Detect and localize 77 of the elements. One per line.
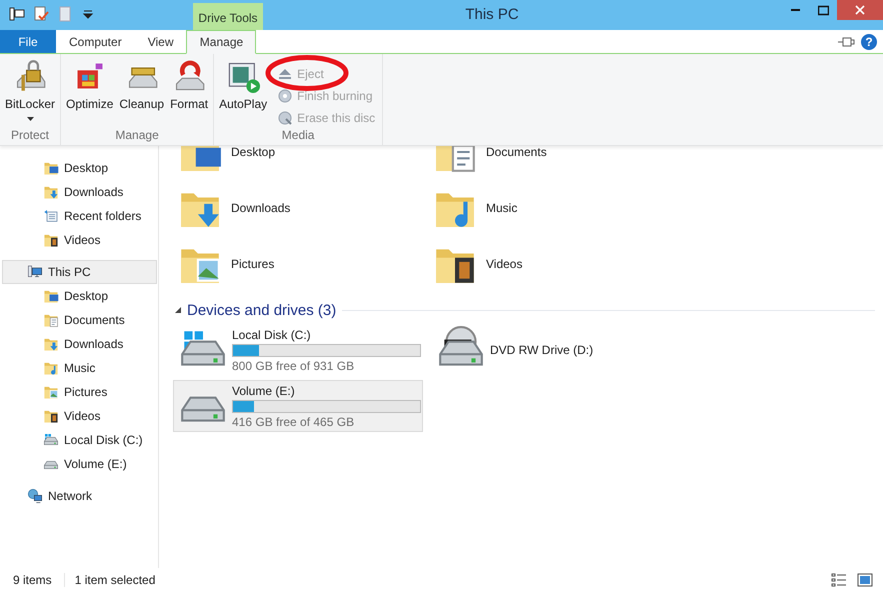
- folder-name: Pictures: [231, 257, 274, 271]
- folder-icon: [43, 408, 59, 424]
- group-label: Protect: [10, 128, 50, 144]
- nav-item[interactable]: This PC: [2, 260, 157, 284]
- folder-icon: [43, 360, 59, 376]
- folder-item[interactable]: Pictures: [175, 236, 430, 292]
- computer-icon: [27, 264, 43, 280]
- folder-item[interactable]: Desktop: [175, 146, 430, 180]
- ribbon-button[interactable]: Cleanup: [117, 59, 166, 125]
- nav-item[interactable]: Volume (E:): [2, 452, 157, 476]
- drive-tile[interactable]: DVD RW Drive (D:): [431, 324, 681, 376]
- ribbon-button[interactable]: Format: [168, 59, 210, 125]
- recent-folders-icon: [43, 208, 59, 224]
- large-icons-view-icon[interactable]: [857, 572, 873, 588]
- caret-icon: [26, 117, 34, 121]
- nav-item[interactable]: Videos: [2, 404, 157, 428]
- window-title: This PC: [464, 5, 520, 23]
- ribbon-button[interactable]: AutoPlay: [217, 59, 270, 125]
- nav-item[interactable]: Local Disk (C:): [2, 428, 157, 452]
- folder-name: Downloads: [231, 201, 290, 215]
- nav-item[interactable]: Pictures: [2, 380, 157, 404]
- folder-item[interactable]: Documents: [430, 146, 685, 180]
- group-label: Media: [280, 128, 316, 144]
- collapse-icon[interactable]: [175, 307, 181, 313]
- folder-icon: [43, 384, 59, 400]
- nav-item[interactable]: Desktop: [2, 156, 157, 180]
- ribbon-tab[interactable]: View: [134, 30, 186, 53]
- context-tab-header: Drive Tools: [193, 0, 263, 30]
- section-heading: Devices and drives (3): [187, 302, 336, 318]
- folder-icon: [43, 184, 59, 200]
- nav-item[interactable]: Network: [2, 484, 157, 508]
- selection-count: 1 item selected: [64, 573, 156, 587]
- drive-tile[interactable]: Volume (E:) 416 GB free of 465 GB: [173, 380, 423, 432]
- properties-icon[interactable]: [33, 6, 49, 22]
- free-space-text: 416 GB free of 465 GB: [232, 414, 356, 428]
- nav-item[interactable]: Downloads: [2, 332, 157, 356]
- drive-name: Volume (E:): [232, 384, 296, 398]
- ribbon-button[interactable]: BitLocker: [3, 59, 58, 125]
- folder-icon: [43, 312, 59, 328]
- folder-item[interactable]: Videos: [430, 236, 685, 292]
- ribbon-tab[interactable]: File: [0, 30, 56, 53]
- drive-name: DVD RW Drive (D:): [490, 343, 594, 357]
- folder-item[interactable]: Music: [430, 180, 685, 236]
- close-button[interactable]: [837, 0, 883, 20]
- nav-item[interactable]: Documents: [2, 308, 157, 332]
- group-label: Manage: [114, 128, 160, 144]
- close-icon: [855, 5, 865, 15]
- nav-item[interactable]: Recent folders: [2, 204, 157, 228]
- nav-item[interactable]: Music: [2, 356, 157, 380]
- computer-icon[interactable]: [9, 6, 25, 22]
- folder-icon: [43, 160, 59, 176]
- item-count: 9 items: [13, 573, 52, 587]
- nav-item[interactable]: Desktop: [2, 284, 157, 308]
- maximize-icon: [818, 4, 828, 16]
- drive-icon: [43, 432, 59, 448]
- folder-name: Videos: [486, 257, 522, 271]
- folder-icon: [43, 288, 59, 304]
- nav-item[interactable]: Downloads: [2, 180, 157, 204]
- folder-name: Desktop: [231, 146, 276, 159]
- nav-item[interactable]: Videos: [2, 228, 157, 252]
- free-space-text: 800 GB free of 931 GB: [232, 358, 356, 372]
- drive-tile[interactable]: Local Disk (C:) 800 GB free of 931 GB: [173, 324, 423, 376]
- ribbon-tab[interactable]: Computer: [56, 30, 135, 53]
- ribbon-tab[interactable]: Manage: [186, 30, 256, 54]
- folder-name: Music: [486, 201, 518, 215]
- folder-name: Documents: [486, 146, 547, 159]
- details-view-icon[interactable]: [831, 572, 847, 588]
- folder-icon: [43, 232, 59, 248]
- help-button[interactable]: ?: [861, 34, 877, 50]
- disc-icon: [277, 88, 294, 104]
- eject-icon: [277, 66, 294, 82]
- folder-icon: [43, 336, 59, 352]
- ribbon-button[interactable]: Optimize: [64, 59, 116, 125]
- folder-item[interactable]: Downloads: [175, 180, 430, 236]
- disc-icon: [277, 110, 294, 126]
- drive-name: Local Disk (C:): [232, 328, 312, 342]
- network-icon: [27, 488, 43, 504]
